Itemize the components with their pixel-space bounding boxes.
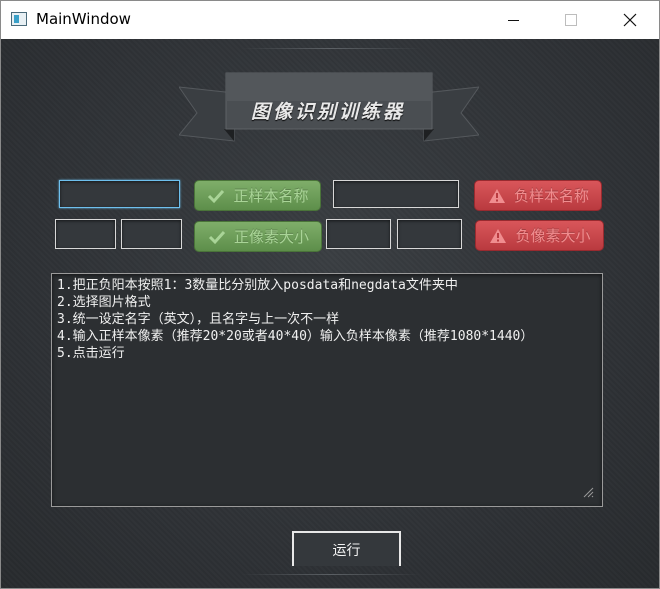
warning-triangle-icon — [488, 227, 508, 245]
run-button[interactable]: 运行 — [292, 531, 401, 566]
title-banner: 图像识别训练器 — [177, 69, 481, 149]
close-button[interactable] — [601, 1, 659, 39]
negative-size-label: 负像素大小 — [515, 227, 591, 245]
positive-name-label: 正样本名称 — [233, 187, 309, 205]
minimize-icon — [507, 19, 519, 21]
close-icon — [623, 13, 637, 27]
top-divider — [241, 48, 421, 49]
bottom-divider — [241, 574, 421, 575]
negative-width-input[interactable] — [326, 219, 391, 249]
positive-size-button[interactable]: 正像素大小 — [194, 221, 322, 252]
title-bar[interactable]: MainWindow — [1, 1, 659, 39]
window-title: MainWindow — [36, 10, 131, 28]
positive-height-input[interactable] — [121, 219, 182, 249]
resize-grip-icon[interactable] — [582, 486, 594, 498]
negative-height-input[interactable] — [397, 219, 462, 249]
negative-name-label: 负样本名称 — [513, 187, 589, 205]
warning-triangle-icon — [487, 187, 507, 205]
instructions-textarea[interactable]: 1.把正负阳本按照1：3数量比分别放入posdata和negdata文件夹中 2… — [51, 273, 603, 507]
positive-name-button[interactable]: 正样本名称 — [194, 180, 321, 211]
maximize-button[interactable] — [542, 1, 600, 39]
banner-title: 图像识别训练器 — [250, 101, 405, 123]
negative-size-button[interactable]: 负像素大小 — [475, 220, 604, 251]
negative-name-input[interactable] — [333, 180, 459, 208]
positive-name-input[interactable] — [59, 180, 180, 208]
main-window: MainWindow 图像识别训练器 正样本名称 负样本名称 正像素大小 负像素… — [0, 0, 660, 589]
positive-width-input[interactable] — [55, 219, 116, 249]
app-window-icon — [11, 12, 27, 26]
client-area: 图像识别训练器 正样本名称 负样本名称 正像素大小 负像素大小 1.把正负阳本按… — [1, 39, 659, 588]
check-icon — [207, 228, 227, 246]
negative-name-button[interactable]: 负样本名称 — [474, 180, 602, 211]
positive-size-label: 正像素大小 — [233, 228, 309, 246]
maximize-icon — [565, 14, 577, 26]
minimize-button[interactable] — [484, 1, 542, 39]
check-icon — [206, 187, 226, 205]
